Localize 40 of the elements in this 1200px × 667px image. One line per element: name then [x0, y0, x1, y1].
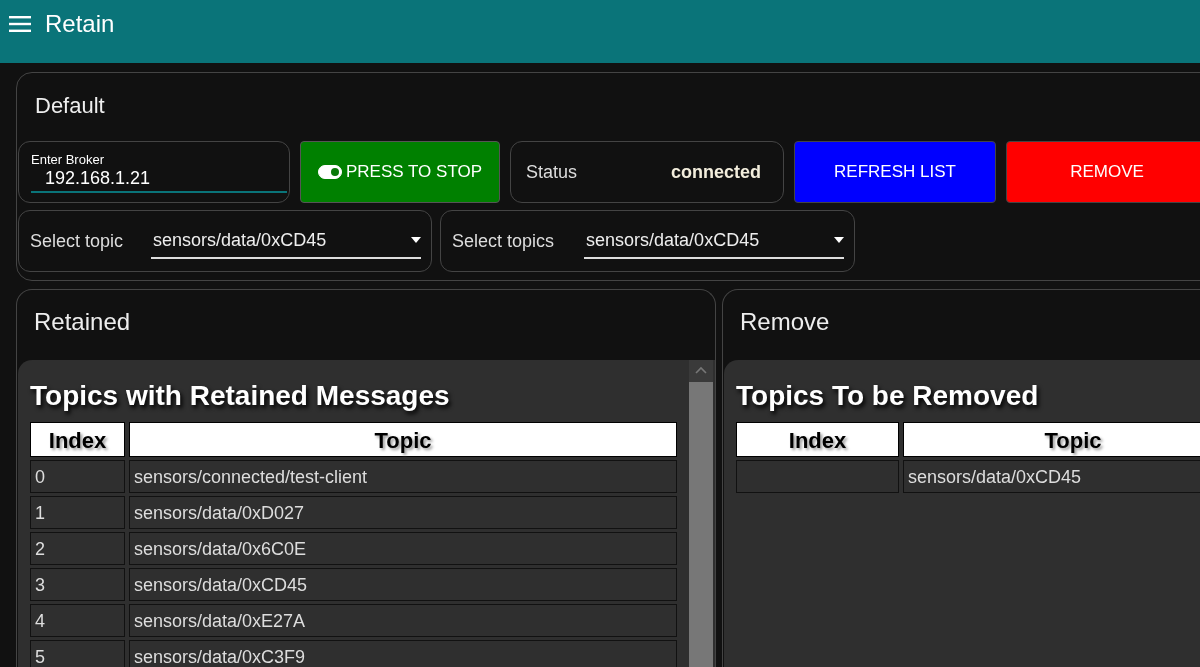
table-cell: sensors/data/0xD027: [129, 496, 677, 529]
table-cell: 3: [30, 568, 125, 601]
column-header: Index: [736, 422, 899, 457]
refresh-list-button[interactable]: REFRESH LIST: [794, 141, 996, 203]
topic-dropdown[interactable]: sensors/data/0xCD45: [584, 229, 844, 259]
table-cell: 0: [30, 460, 125, 493]
table-cell: sensors/data/0xCD45: [903, 460, 1200, 493]
table-cell: 2: [30, 532, 125, 565]
table-cell: sensors/data/0xCD45: [129, 568, 677, 601]
panel-title: Default: [34, 92, 106, 120]
table-cell: 4: [30, 604, 125, 637]
start-stop-button[interactable]: PRESS TO STOP: [300, 141, 500, 203]
column-header: Topic: [903, 422, 1200, 457]
table-cell: sensors/data/0x6C0E: [129, 532, 677, 565]
panel-title: Remove: [739, 307, 831, 337]
select-label: Select topics: [452, 230, 555, 252]
table-cell: 1: [30, 496, 125, 529]
column-header: Index: [30, 422, 125, 457]
broker-label: Enter Broker: [31, 152, 105, 167]
topic-dropdown[interactable]: sensors/data/0xCD45: [151, 229, 421, 259]
table-cell: sensors/data/0xC3F9: [129, 640, 677, 667]
panel-title: Retained: [33, 307, 132, 337]
scroll-up-icon[interactable]: [695, 366, 707, 374]
select-label: Select topic: [30, 230, 124, 252]
table-heading: Topics To be Removed: [736, 379, 1040, 413]
column-header: Topic: [129, 422, 677, 457]
dropdown-value: sensors/data/0xCD45: [153, 229, 327, 251]
remove-button[interactable]: REMOVE: [1006, 141, 1200, 203]
table-cell: 5: [30, 640, 125, 667]
status-value: connected: [670, 161, 761, 183]
dropdown-caret-icon: [411, 237, 421, 243]
broker-field[interactable]: Enter Broker 192.168.1.21: [18, 141, 290, 203]
dropdown-caret-icon: [834, 237, 844, 243]
table-cell: sensors/data/0xE27A: [129, 604, 677, 637]
table-heading: Topics with Retained Messages: [30, 379, 451, 413]
status-label: Status: [526, 161, 578, 183]
menu-icon[interactable]: [9, 15, 31, 32]
app-title: Retain: [45, 9, 115, 38]
dropdown-value: sensors/data/0xCD45: [586, 229, 760, 251]
table-cell: sensors/connected/test-client: [129, 460, 677, 493]
